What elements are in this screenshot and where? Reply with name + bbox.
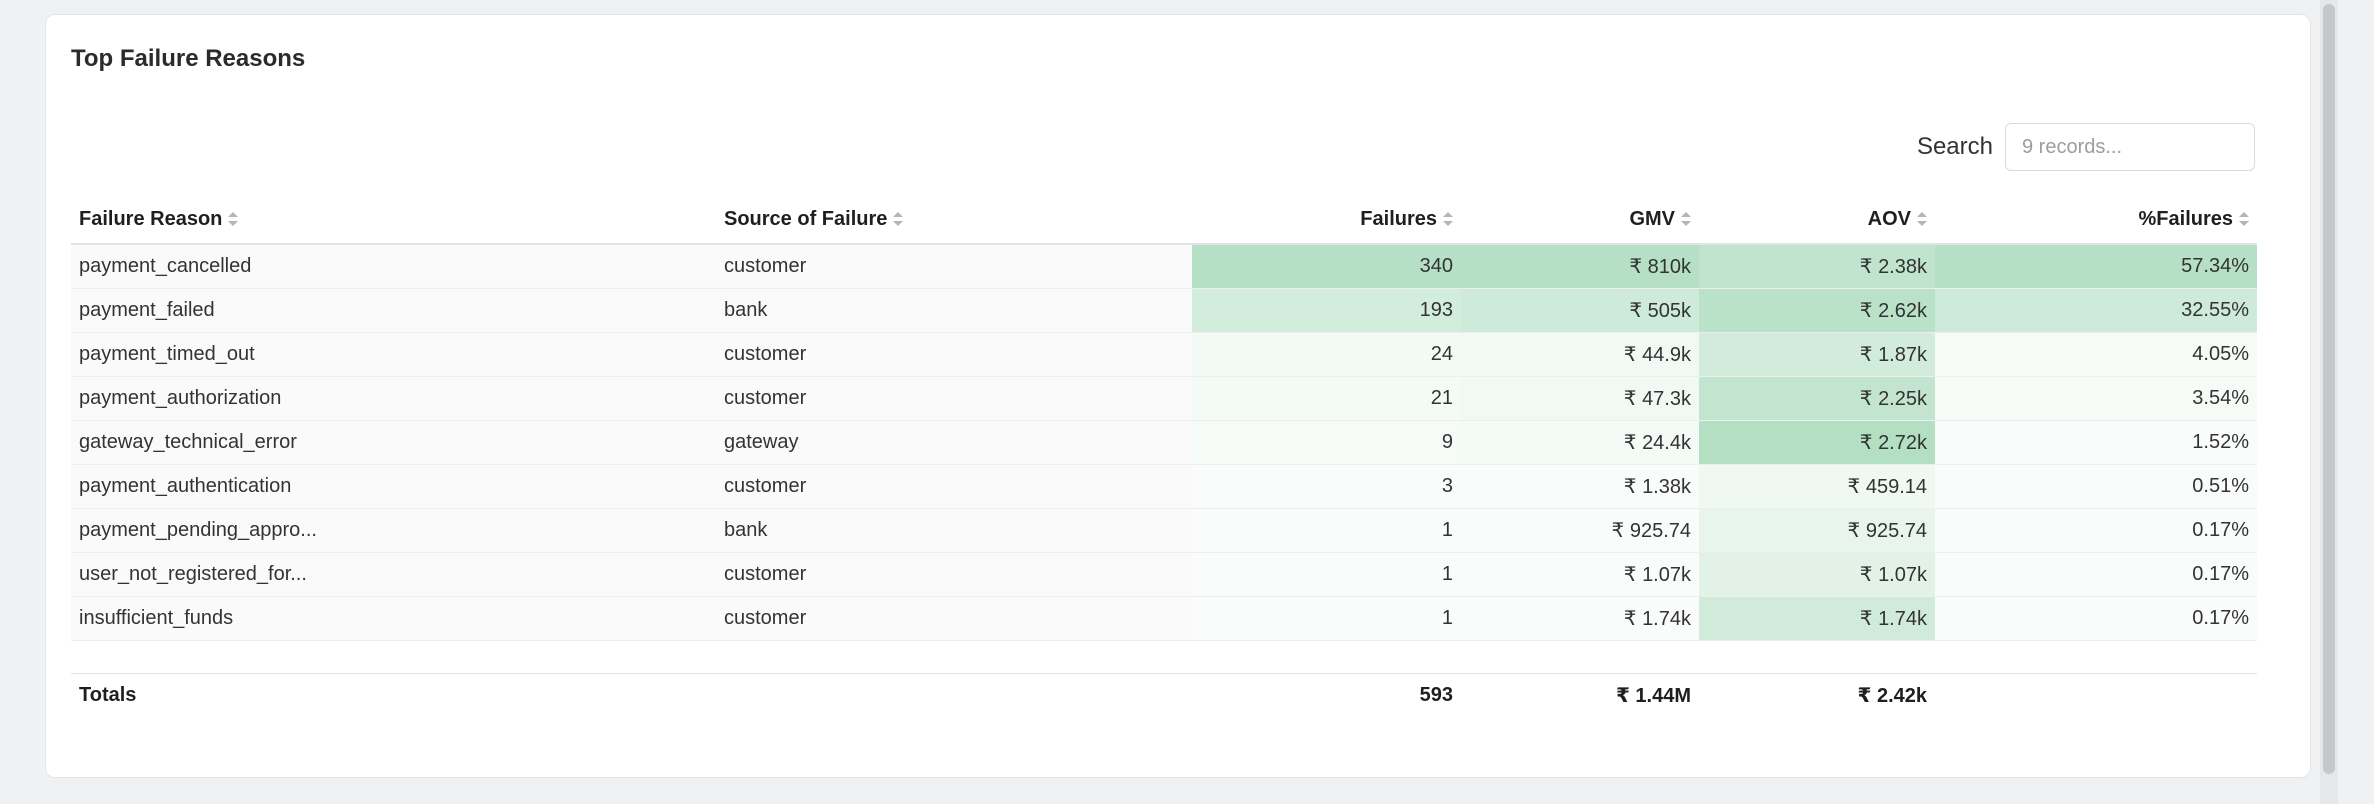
cell-percent-failures: 0.17% — [1935, 552, 2257, 597]
cell-percent-failures: 4.05% — [1935, 332, 2257, 377]
cell-failures: 340 — [1192, 244, 1461, 289]
totals-failures: 593 — [1192, 673, 1461, 716]
cell-failures: 3 — [1192, 464, 1461, 509]
column-header-failure-reason[interactable]: Failure Reason — [71, 195, 716, 245]
cell-percent-failures: 57.34% — [1935, 244, 2257, 289]
table-row: gateway_technical_error gateway 9 ₹ 24.4… — [71, 420, 2257, 465]
cell-failures: 24 — [1192, 332, 1461, 377]
sort-icon — [228, 212, 239, 227]
cell-failures: 9 — [1192, 420, 1461, 465]
totals-spacer — [71, 640, 2257, 674]
cell-source-of-failure: customer — [716, 332, 1192, 377]
cell-failure-reason: payment_timed_out — [71, 332, 716, 377]
cell-failure-reason: payment_pending_appro... — [71, 508, 716, 553]
sort-icon — [893, 212, 904, 227]
cell-failures: 1 — [1192, 596, 1461, 641]
column-header-label: Failure Reason — [79, 207, 223, 230]
cell-failure-reason: payment_authentication — [71, 464, 716, 509]
vertical-scrollbar[interactable] — [2320, 0, 2338, 804]
cell-source-of-failure: customer — [716, 552, 1192, 597]
cell-failures: 21 — [1192, 376, 1461, 421]
cell-failure-reason: payment_authorization — [71, 376, 716, 421]
column-header-label: %Failures — [2138, 207, 2233, 230]
cell-percent-failures: 0.17% — [1935, 508, 2257, 553]
top-failure-reasons-card: Top Failure Reasons Search Failure Reaso… — [45, 14, 2311, 778]
totals-percent-failures — [1935, 673, 2257, 716]
cell-gmv: ₹ 810k — [1461, 244, 1699, 289]
search-bar: Search — [1917, 123, 2255, 171]
totals-source — [716, 673, 1192, 716]
search-input[interactable] — [2005, 123, 2255, 171]
column-header-aov[interactable]: AOV — [1699, 195, 1935, 245]
cell-percent-failures: 0.51% — [1935, 464, 2257, 509]
cell-aov: ₹ 1.74k — [1699, 596, 1935, 641]
cell-source-of-failure: customer — [716, 244, 1192, 289]
cell-percent-failures: 1.52% — [1935, 420, 2257, 465]
table-row: insufficient_funds customer 1 ₹ 1.74k ₹ … — [71, 596, 2257, 641]
failure-reasons-table: Failure Reason Source of Failure Failure… — [71, 195, 2257, 716]
cell-aov: ₹ 2.72k — [1699, 420, 1935, 465]
cell-source-of-failure: bank — [716, 288, 1192, 333]
table-row: payment_authentication customer 3 ₹ 1.38… — [71, 464, 2257, 509]
card-title: Top Failure Reasons — [71, 45, 306, 72]
cell-aov: ₹ 1.07k — [1699, 552, 1935, 597]
cell-aov: ₹ 1.87k — [1699, 332, 1935, 377]
cell-aov: ₹ 925.74 — [1699, 508, 1935, 553]
totals-label: Totals — [71, 673, 716, 716]
cell-failure-reason: gateway_technical_error — [71, 420, 716, 465]
cell-aov: ₹ 2.62k — [1699, 288, 1935, 333]
column-header-percent-failures[interactable]: %Failures — [1935, 195, 2257, 245]
sort-icon — [1443, 212, 1453, 227]
cell-percent-failures: 0.17% — [1935, 596, 2257, 641]
cell-aov: ₹ 2.38k — [1699, 244, 1935, 289]
cell-aov: ₹ 459.14 — [1699, 464, 1935, 509]
column-header-source-of-failure[interactable]: Source of Failure — [716, 195, 1192, 245]
cell-source-of-failure: customer — [716, 376, 1192, 421]
cell-gmv: ₹ 505k — [1461, 288, 1699, 333]
cell-percent-failures: 3.54% — [1935, 376, 2257, 421]
table-row: payment_failed bank 193 ₹ 505k ₹ 2.62k 3… — [71, 288, 2257, 333]
cell-source-of-failure: customer — [716, 596, 1192, 641]
cell-aov: ₹ 2.25k — [1699, 376, 1935, 421]
cell-gmv: ₹ 1.74k — [1461, 596, 1699, 641]
totals-row: Totals 593 ₹ 1.44M ₹ 2.42k — [71, 673, 2257, 716]
cell-failure-reason: insufficient_funds — [71, 596, 716, 641]
scrollbar-thumb[interactable] — [2323, 4, 2335, 774]
table-header-row: Failure Reason Source of Failure Failure… — [71, 195, 2257, 245]
cell-failures: 1 — [1192, 552, 1461, 597]
table-row: payment_timed_out customer 24 ₹ 44.9k ₹ … — [71, 332, 2257, 377]
cell-source-of-failure: bank — [716, 508, 1192, 553]
cell-failures: 1 — [1192, 508, 1461, 553]
cell-source-of-failure: gateway — [716, 420, 1192, 465]
cell-percent-failures: 32.55% — [1935, 288, 2257, 333]
column-header-gmv[interactable]: GMV — [1461, 195, 1699, 245]
table-row: payment_pending_appro... bank 1 ₹ 925.74… — [71, 508, 2257, 553]
cell-failure-reason: payment_failed — [71, 288, 716, 333]
cell-gmv: ₹ 24.4k — [1461, 420, 1699, 465]
cell-failures: 193 — [1192, 288, 1461, 333]
cell-gmv: ₹ 1.07k — [1461, 552, 1699, 597]
spacer-cell — [71, 640, 2257, 674]
cell-failure-reason: payment_cancelled — [71, 244, 716, 289]
column-header-label: GMV — [1629, 207, 1675, 230]
search-label: Search — [1916, 133, 1993, 160]
table-row: payment_cancelled customer 340 ₹ 810k ₹ … — [71, 244, 2257, 289]
column-header-failures[interactable]: Failures — [1192, 195, 1461, 245]
totals-gmv: ₹ 1.44M — [1461, 673, 1699, 716]
cell-failure-reason: user_not_registered_for... — [71, 552, 716, 597]
cell-source-of-failure: customer — [716, 464, 1192, 509]
sort-icon — [1681, 212, 1691, 227]
cell-gmv: ₹ 925.74 — [1461, 508, 1699, 553]
column-header-label: Source of Failure — [724, 207, 888, 230]
cell-gmv: ₹ 44.9k — [1461, 332, 1699, 377]
column-header-label: Failures — [1360, 207, 1437, 230]
totals-aov: ₹ 2.42k — [1699, 673, 1935, 716]
table-row: user_not_registered_for... customer 1 ₹ … — [71, 552, 2257, 597]
cell-gmv: ₹ 47.3k — [1461, 376, 1699, 421]
column-header-label: AOV — [1867, 207, 1911, 230]
table-row: payment_authorization customer 21 ₹ 47.3… — [71, 376, 2257, 421]
cell-gmv: ₹ 1.38k — [1461, 464, 1699, 509]
sort-icon — [2239, 212, 2249, 227]
sort-icon — [1917, 212, 1927, 227]
